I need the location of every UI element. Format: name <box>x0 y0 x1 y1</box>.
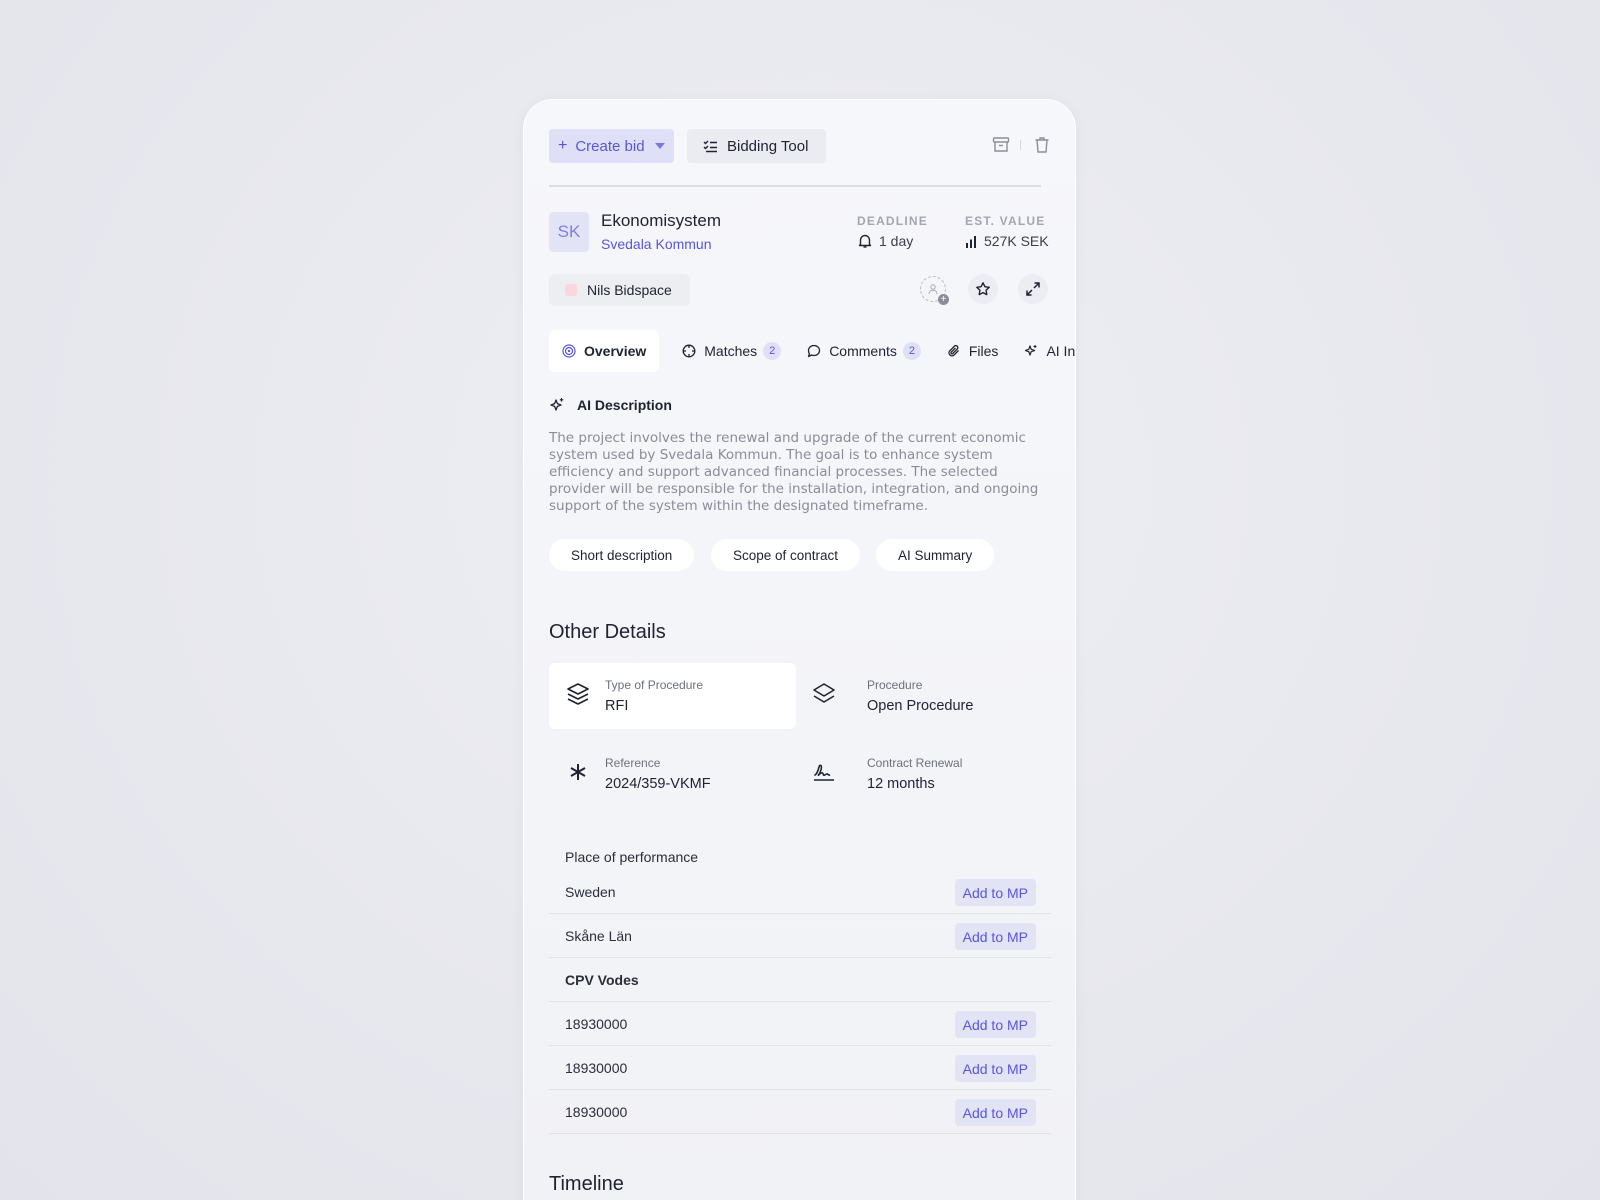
place-name: Skåne Län <box>565 928 632 944</box>
plus-badge-icon: + <box>938 294 949 305</box>
bidding-tool-label: Bidding Tool <box>727 137 809 155</box>
tab-label: Files <box>968 343 999 359</box>
cpv-code: 18930000 <box>565 1016 628 1032</box>
tab-ai-insights[interactable]: AI Insig <box>1011 330 1076 372</box>
deadline-value: 1 day <box>857 233 913 249</box>
ai-summary-pill[interactable]: AI Summary <box>876 539 995 571</box>
add-to-mp-button[interactable]: Add to MP <box>954 1099 1036 1126</box>
cpv-section-header: CPV Vodes <box>549 958 1051 1002</box>
tab-count-badge: 2 <box>902 342 921 360</box>
short-description-pill[interactable]: Short description <box>549 539 695 571</box>
tab-label: AI Insig <box>1046 343 1076 359</box>
comment-icon <box>808 344 821 358</box>
add-to-mp-button[interactable]: Add to MP <box>954 879 1036 906</box>
contract-renewal-value: 12 months <box>867 776 935 792</box>
organization-avatar: SK <box>549 212 589 252</box>
tab-count-badge: 2 <box>763 342 782 360</box>
other-details-heading: Other Details <box>549 621 666 643</box>
workspace-selector[interactable]: Nils Bidspace <box>549 274 690 306</box>
tab-label: Overview <box>584 343 647 359</box>
procedure-value: Open Procedure <box>867 698 974 714</box>
type-of-procedure-value: RFI <box>605 698 629 714</box>
contract-renewal-label: Contract Renewal <box>867 756 963 770</box>
add-to-mp-button[interactable]: Add to MP <box>954 923 1036 950</box>
asterisk-icon <box>570 764 586 780</box>
trash-icon[interactable] <box>1033 136 1051 154</box>
layers-icon <box>567 683 589 705</box>
est-value: 527K SEK <box>965 233 1049 249</box>
ai-description-title: AI Description <box>577 397 672 413</box>
ai-description-heading: AI Description <box>549 397 672 413</box>
toolbar-separator <box>1020 140 1021 150</box>
create-bid-button[interactable]: + Create bid <box>549 129 674 163</box>
toolbar-divider <box>549 185 1041 187</box>
place-name: Sweden <box>565 884 616 900</box>
expand-icon <box>1026 282 1040 296</box>
cpv-code: 18930000 <box>565 1060 628 1076</box>
list-item: 18930000 Add to MP <box>549 1046 1051 1090</box>
tender-detail-panel: + Create bid Bidding Tool SK Ekonomisyst… <box>523 99 1076 1200</box>
reference-value: 2024/359-VKMF <box>605 776 711 792</box>
list-item: Sweden Add to MP <box>549 870 1051 914</box>
timeline-heading: Timeline <box>549 1173 624 1195</box>
est-value-label: EST. VALUE <box>965 214 1046 228</box>
est-value-text: 527K SEK <box>984 233 1049 249</box>
deadline-label: DEADLINE <box>857 214 928 228</box>
crosshair-icon <box>682 344 696 358</box>
list-item: 18930000 Add to MP <box>549 1002 1051 1046</box>
list-item: Skåne Län Add to MP <box>549 914 1051 958</box>
tab-overview[interactable]: Overview <box>549 330 660 372</box>
ai-description-text: The project involves the renewal and upg… <box>549 430 1039 514</box>
workspace-name: Nils Bidspace <box>587 282 672 298</box>
workspace-color-dot <box>565 284 577 296</box>
create-bid-label: Create bid <box>575 137 645 155</box>
target-icon <box>562 344 576 358</box>
user-icon <box>928 284 938 295</box>
tab-label: Matches <box>704 343 758 359</box>
scope-of-contract-pill[interactable]: Scope of contract <box>711 539 861 571</box>
favorite-button[interactable] <box>968 274 998 304</box>
archive-icon[interactable] <box>992 136 1010 154</box>
tab-label: Comments <box>829 343 897 359</box>
tab-bar: Overview Matches 2 Comments 2 Files AI I… <box>549 330 1076 372</box>
sparkles-icon <box>1025 345 1037 356</box>
tab-matches[interactable]: Matches 2 <box>669 330 794 372</box>
place-of-performance-heading: Place of performance <box>565 849 699 865</box>
tender-title: Ekonomisystem <box>601 211 721 230</box>
cpv-code: 18930000 <box>565 1104 628 1120</box>
type-of-procedure-label: Type of Procedure <box>605 678 704 692</box>
procedure-label: Procedure <box>867 678 923 692</box>
tab-comments[interactable]: Comments 2 <box>794 330 934 372</box>
list-item: 18930000 Add to MP <box>549 1090 1051 1134</box>
cpv-heading: CPV Vodes <box>565 972 639 988</box>
reference-label: Reference <box>605 756 661 770</box>
paperclip-icon <box>948 344 959 357</box>
bar-chart-icon <box>966 235 976 248</box>
organization-link[interactable]: Svedala Kommun <box>601 236 712 252</box>
bidding-tool-button[interactable]: Bidding Tool <box>687 129 826 163</box>
bell-icon <box>858 234 872 248</box>
expand-button[interactable] <box>1018 274 1048 304</box>
layers-icon <box>813 683 835 703</box>
deadline-text: 1 day <box>879 233 914 249</box>
sparkles-icon <box>550 398 564 411</box>
add-to-mp-button[interactable]: Add to MP <box>954 1055 1036 1082</box>
add-to-mp-button[interactable]: Add to MP <box>954 1011 1036 1038</box>
star-icon <box>976 282 990 296</box>
plus-icon: + <box>558 137 568 154</box>
assign-user-button[interactable]: + <box>920 276 949 305</box>
tab-files[interactable]: Files <box>934 330 1012 372</box>
chevron-down-icon[interactable] <box>654 143 665 149</box>
signature-icon <box>814 764 834 781</box>
checklist-icon <box>703 140 717 152</box>
